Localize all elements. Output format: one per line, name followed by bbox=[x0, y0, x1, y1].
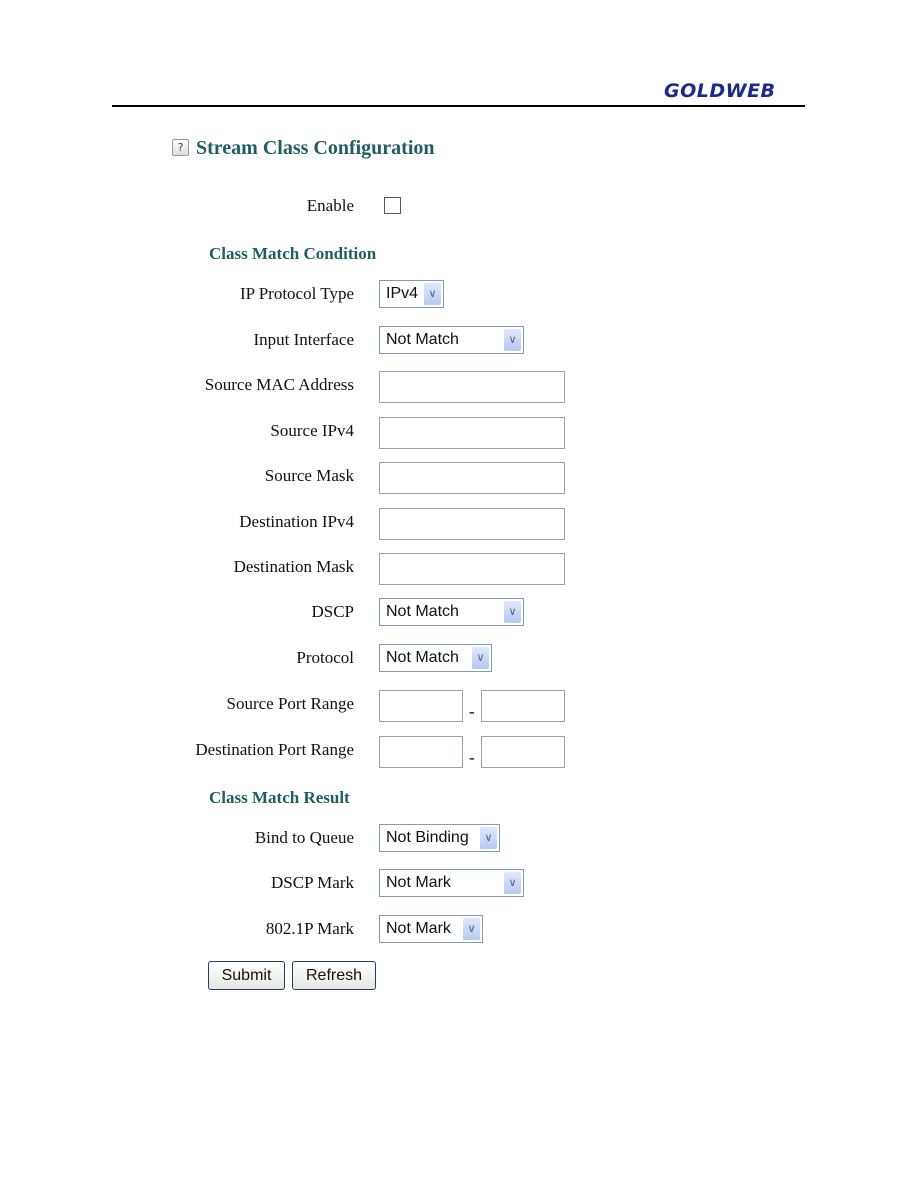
submit-button[interactable]: Submit bbox=[208, 961, 285, 990]
chevron-down-icon: ∨ bbox=[504, 329, 521, 351]
chevron-down-icon: ∨ bbox=[504, 601, 521, 623]
source-mac-input[interactable] bbox=[379, 371, 565, 403]
dscp-select[interactable]: Not Match ∨ bbox=[379, 598, 524, 626]
brand-logo: GOLDWEB bbox=[664, 80, 776, 102]
bind-to-queue-label: Bind to Queue bbox=[254, 828, 354, 847]
enable-label: Enable bbox=[306, 196, 354, 215]
source-ip-label: Source IPv4 bbox=[270, 421, 354, 440]
dest-ip-label: Destination IPv4 bbox=[239, 512, 354, 531]
source-port-range-label: Source Port Range bbox=[226, 694, 354, 713]
chevron-down-icon: ∨ bbox=[424, 283, 441, 305]
dscp-mark-label: DSCP Mark bbox=[271, 873, 354, 892]
source-port-to-input[interactable] bbox=[481, 690, 565, 722]
source-mac-label: Source MAC Address bbox=[204, 375, 354, 394]
input-interface-label: Input Interface bbox=[253, 330, 354, 349]
8021p-mark-select[interactable]: Not Mark ∨ bbox=[379, 915, 483, 943]
dest-ip-input[interactable] bbox=[379, 508, 565, 540]
range-separator: - bbox=[469, 748, 475, 767]
refresh-button[interactable]: Refresh bbox=[292, 961, 376, 990]
source-mask-input[interactable] bbox=[379, 462, 565, 494]
8021p-mark-label: 802.1P Mark bbox=[265, 919, 354, 938]
page-title: Stream Class Configuration bbox=[196, 137, 435, 159]
dest-port-range-label: Destination Port Range bbox=[195, 740, 354, 759]
input-interface-select[interactable]: Not Match ∨ bbox=[379, 326, 524, 354]
source-port-from-input[interactable] bbox=[379, 690, 463, 722]
help-icon[interactable]: ? bbox=[172, 139, 189, 156]
dscp-mark-select[interactable]: Not Mark ∨ bbox=[379, 869, 524, 897]
result-heading: Class Match Result bbox=[209, 788, 350, 807]
dscp-label: DSCP bbox=[311, 602, 354, 621]
dest-mask-label: Destination Mask bbox=[233, 557, 354, 576]
dest-mask-input[interactable] bbox=[379, 553, 565, 585]
dest-port-to-input[interactable] bbox=[481, 736, 565, 768]
dest-port-from-input[interactable] bbox=[379, 736, 463, 768]
ip-protocol-type-select[interactable]: IPv4 ∨ bbox=[379, 280, 444, 308]
source-mask-label: Source Mask bbox=[264, 466, 354, 485]
source-ip-input[interactable] bbox=[379, 417, 565, 449]
enable-checkbox[interactable] bbox=[384, 197, 401, 214]
ip-protocol-type-label: IP Protocol Type bbox=[239, 284, 354, 303]
protocol-select[interactable]: Not Match ∨ bbox=[379, 644, 492, 672]
header-divider bbox=[112, 105, 805, 107]
range-separator: - bbox=[469, 702, 475, 721]
condition-heading: Class Match Condition bbox=[209, 244, 377, 263]
chevron-down-icon: ∨ bbox=[463, 918, 480, 940]
bind-to-queue-select[interactable]: Not Binding ∨ bbox=[379, 824, 500, 852]
protocol-label: Protocol bbox=[296, 648, 354, 667]
chevron-down-icon: ∨ bbox=[480, 827, 497, 849]
chevron-down-icon: ∨ bbox=[472, 647, 489, 669]
page: GOLDWEB ? Stream Class Configuration Ena… bbox=[0, 0, 918, 1188]
chevron-down-icon: ∨ bbox=[504, 872, 521, 894]
